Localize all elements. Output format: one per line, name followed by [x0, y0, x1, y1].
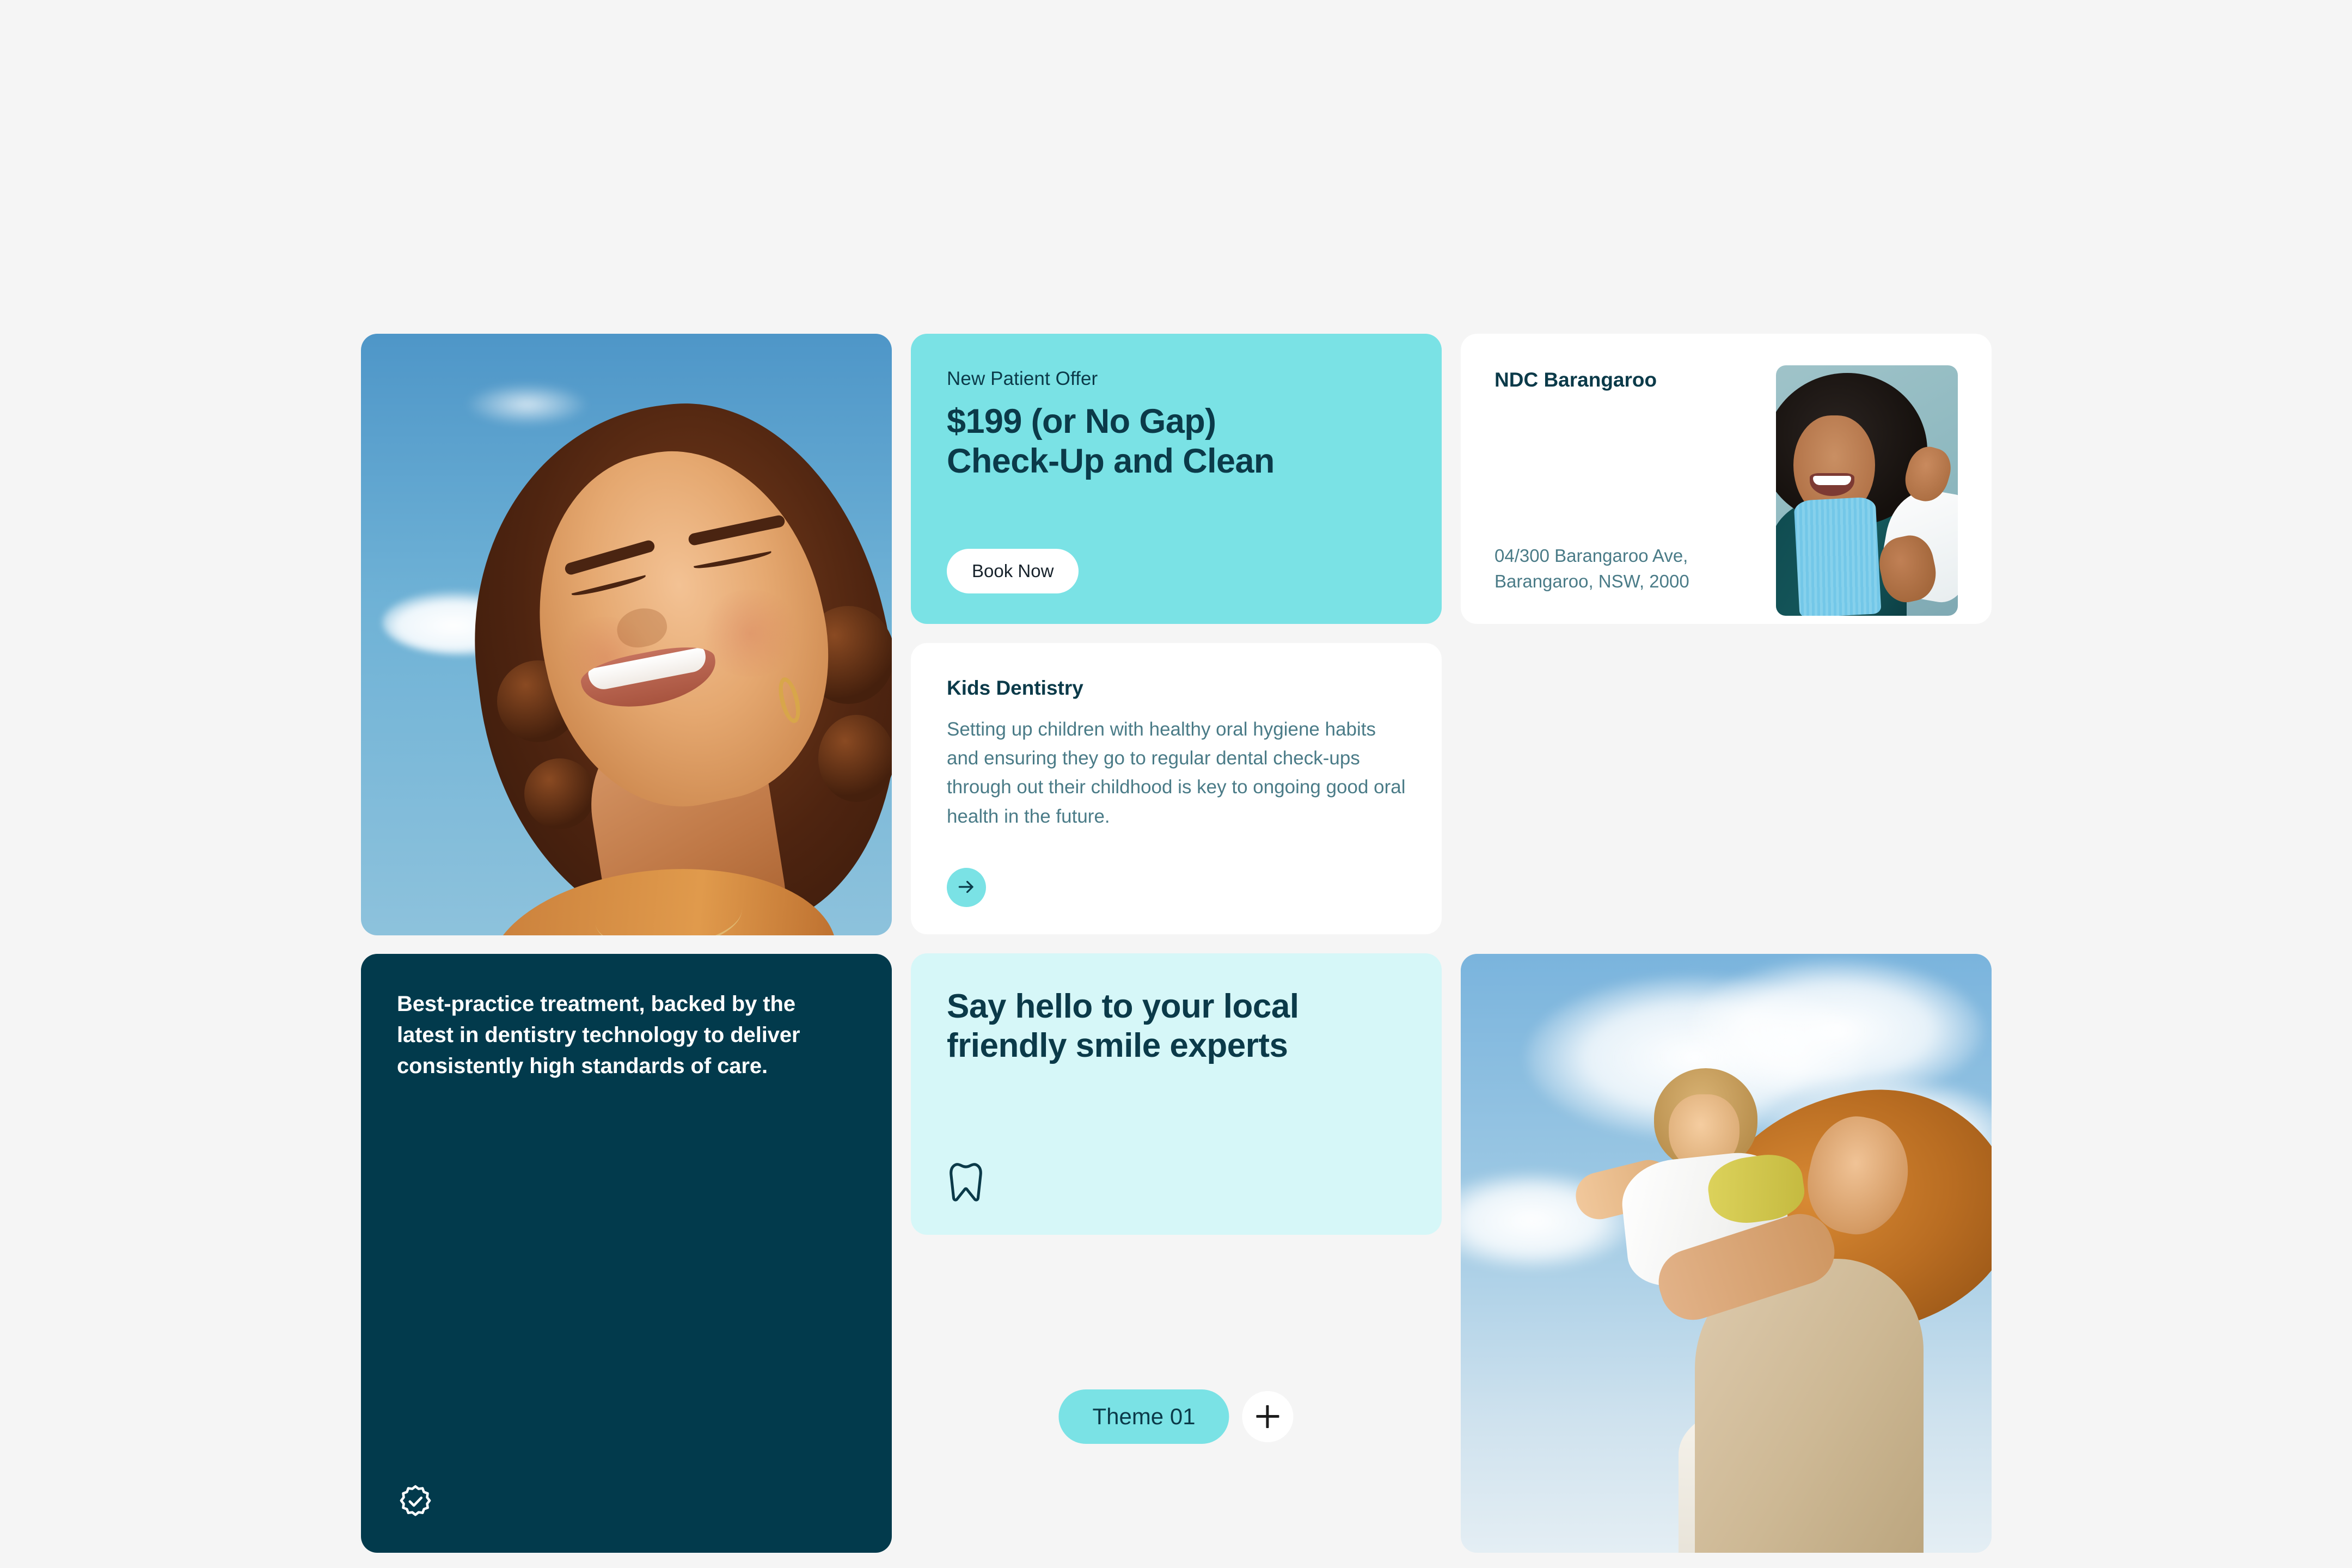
arrow-right-icon	[956, 877, 977, 899]
best-practice-card: Best-practice treatment, backed by the l…	[361, 954, 892, 1553]
best-practice-text: Best-practice treatment, backed by the l…	[397, 992, 800, 1078]
clinic-address-line-1: 04/300 Barangaroo Ave,	[1494, 546, 1688, 566]
tooth-icon	[947, 1161, 1406, 1206]
theme-switcher: Theme 01	[1058, 1389, 1294, 1444]
offer-eyebrow: New Patient Offer	[947, 368, 1098, 389]
theme-01-button[interactable]: Theme 01	[1058, 1389, 1229, 1444]
clinic-name: NDC Barangaroo	[1494, 369, 1657, 391]
hair-curl	[524, 758, 595, 829]
clinic-address-line-2: Barangaroo, NSW, 2000	[1494, 571, 1689, 592]
say-hello-card: Say hello to your local friendly smile e…	[911, 953, 1442, 1235]
card-grid: New Patient Offer $199 (or No Gap) Check…	[361, 334, 1992, 1553]
offer-title: $199 (or No Gap) Check-Up and Clean	[947, 402, 1406, 481]
plus-icon	[1256, 1405, 1279, 1428]
canvas: New Patient Offer $199 (or No Gap) Check…	[0, 0, 2352, 1568]
portrait-illustration	[361, 334, 892, 935]
patient-teeth-shape	[1813, 476, 1851, 485]
kids-dentistry-title: Kids Dentistry	[947, 677, 1083, 699]
clinic-photo	[1776, 365, 1958, 616]
new-patient-offer-card: New Patient Offer $199 (or No Gap) Check…	[911, 334, 1442, 624]
clinic-details: NDC Barangaroo 04/300 Barangaroo Ave, Ba…	[1494, 365, 1689, 595]
say-hello-title: Say hello to your local friendly smile e…	[947, 987, 1406, 1065]
offer-title-line-2: Check-Up and Clean	[947, 442, 1275, 481]
say-hello-line-2: friendly smile experts	[947, 1026, 1288, 1064]
say-hello-line-1: Say hello to your local	[947, 988, 1299, 1025]
clinic-location-card[interactable]: NDC Barangaroo 04/300 Barangaroo Ave, Ba…	[1461, 334, 1992, 624]
hair-curl	[818, 715, 892, 802]
hero-portrait-image	[361, 334, 892, 935]
clinic-address: 04/300 Barangaroo Ave, Barangaroo, NSW, …	[1494, 543, 1689, 595]
kids-dentistry-card: Kids Dentistry Setting up children with …	[911, 643, 1442, 934]
offer-title-line-1: $199 (or No Gap)	[947, 402, 1216, 440]
family-photo-image	[1461, 954, 1992, 1553]
kids-dentistry-arrow-button[interactable]	[947, 868, 986, 907]
add-theme-button[interactable]	[1242, 1391, 1294, 1442]
kids-dentistry-body: Setting up children with healthy oral hy…	[947, 719, 1406, 827]
book-now-button[interactable]: Book Now	[947, 549, 1079, 593]
dental-bib-shape	[1793, 497, 1882, 616]
center-column: New Patient Offer $199 (or No Gap) Check…	[911, 334, 1442, 1553]
verified-badge-icon	[397, 1484, 856, 1523]
